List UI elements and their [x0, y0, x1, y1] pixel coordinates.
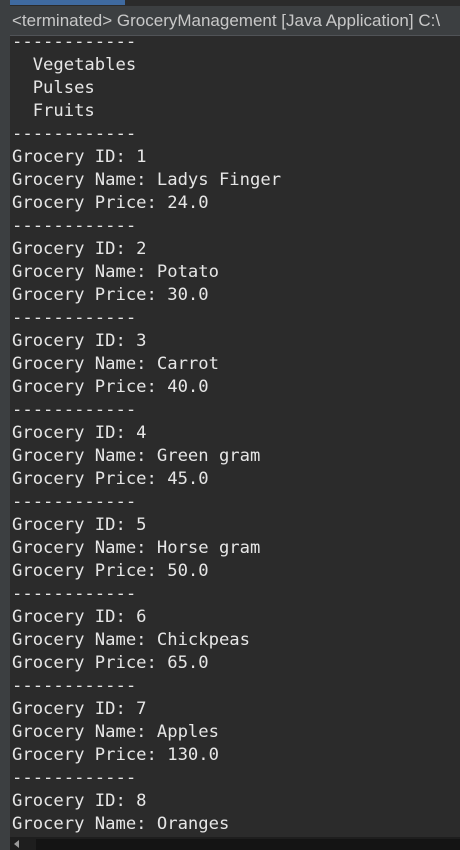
console-output[interactable]: ------------ Vegetables Pulses Fruits --… — [12, 31, 458, 837]
console-line: Grocery Price: 30.0 — [12, 285, 209, 305]
console-line: ------------ — [12, 400, 137, 420]
console-line: ------------ — [12, 32, 137, 52]
console-line: Grocery Price: 130.0 — [12, 745, 219, 765]
console-line: ------------ — [12, 492, 137, 512]
chevron-left-icon[interactable] — [14, 840, 19, 848]
console-line: Grocery ID: 1 — [12, 147, 147, 167]
console-line: Grocery Name: Apples — [12, 722, 219, 742]
console-line: ------------ — [12, 216, 137, 236]
console-line: Grocery Name: Potato — [12, 262, 219, 282]
console-line: Grocery ID: 5 — [12, 515, 147, 535]
console-line: Grocery Name: Green gram — [12, 446, 261, 466]
console-line: Grocery Price: 40.0 — [12, 377, 209, 397]
console-line: Grocery ID: 4 — [12, 423, 147, 443]
console-line: Grocery Name: Horse gram — [12, 538, 261, 558]
console-title: <terminated> GroceryManagement [Java App… — [12, 11, 441, 30]
console-line: ------------ — [12, 768, 137, 788]
console-line: Grocery Price: 65.0 — [12, 653, 209, 673]
console-line: Grocery Price: 50.0 — [12, 561, 209, 581]
left-gutter — [0, 0, 10, 850]
console-line: Grocery Price: 45.0 — [12, 469, 209, 489]
console-line: Grocery Price: 24.0 — [12, 193, 209, 213]
console-window: <terminated> GroceryManagement [Java App… — [0, 0, 460, 850]
console-line: Grocery Name: Oranges — [12, 814, 230, 834]
scrollbar-track[interactable] — [36, 839, 460, 850]
console-line: Pulses — [12, 78, 95, 98]
active-tab-indicator[interactable] — [10, 0, 125, 5]
console-line: Grocery Name: Carrot — [12, 354, 219, 374]
console-line: ------------ — [12, 584, 137, 604]
console-line: Grocery ID: 2 — [12, 239, 147, 259]
console-line: ------------ — [12, 124, 137, 144]
console-line: Grocery ID: 8 — [12, 791, 147, 811]
console-line: Grocery ID: 3 — [12, 331, 147, 351]
console-line: ------------ — [12, 308, 137, 328]
console-line: Vegetables — [12, 55, 137, 75]
console-line: ------------ — [12, 676, 137, 696]
console-line: Grocery Name: Ladys Finger — [12, 170, 282, 190]
console-line: Grocery ID: 6 — [12, 607, 147, 627]
console-line: Grocery Name: Chickpeas — [12, 630, 250, 650]
console-line: Fruits — [12, 101, 95, 121]
console-line: Grocery ID: 7 — [12, 699, 147, 719]
